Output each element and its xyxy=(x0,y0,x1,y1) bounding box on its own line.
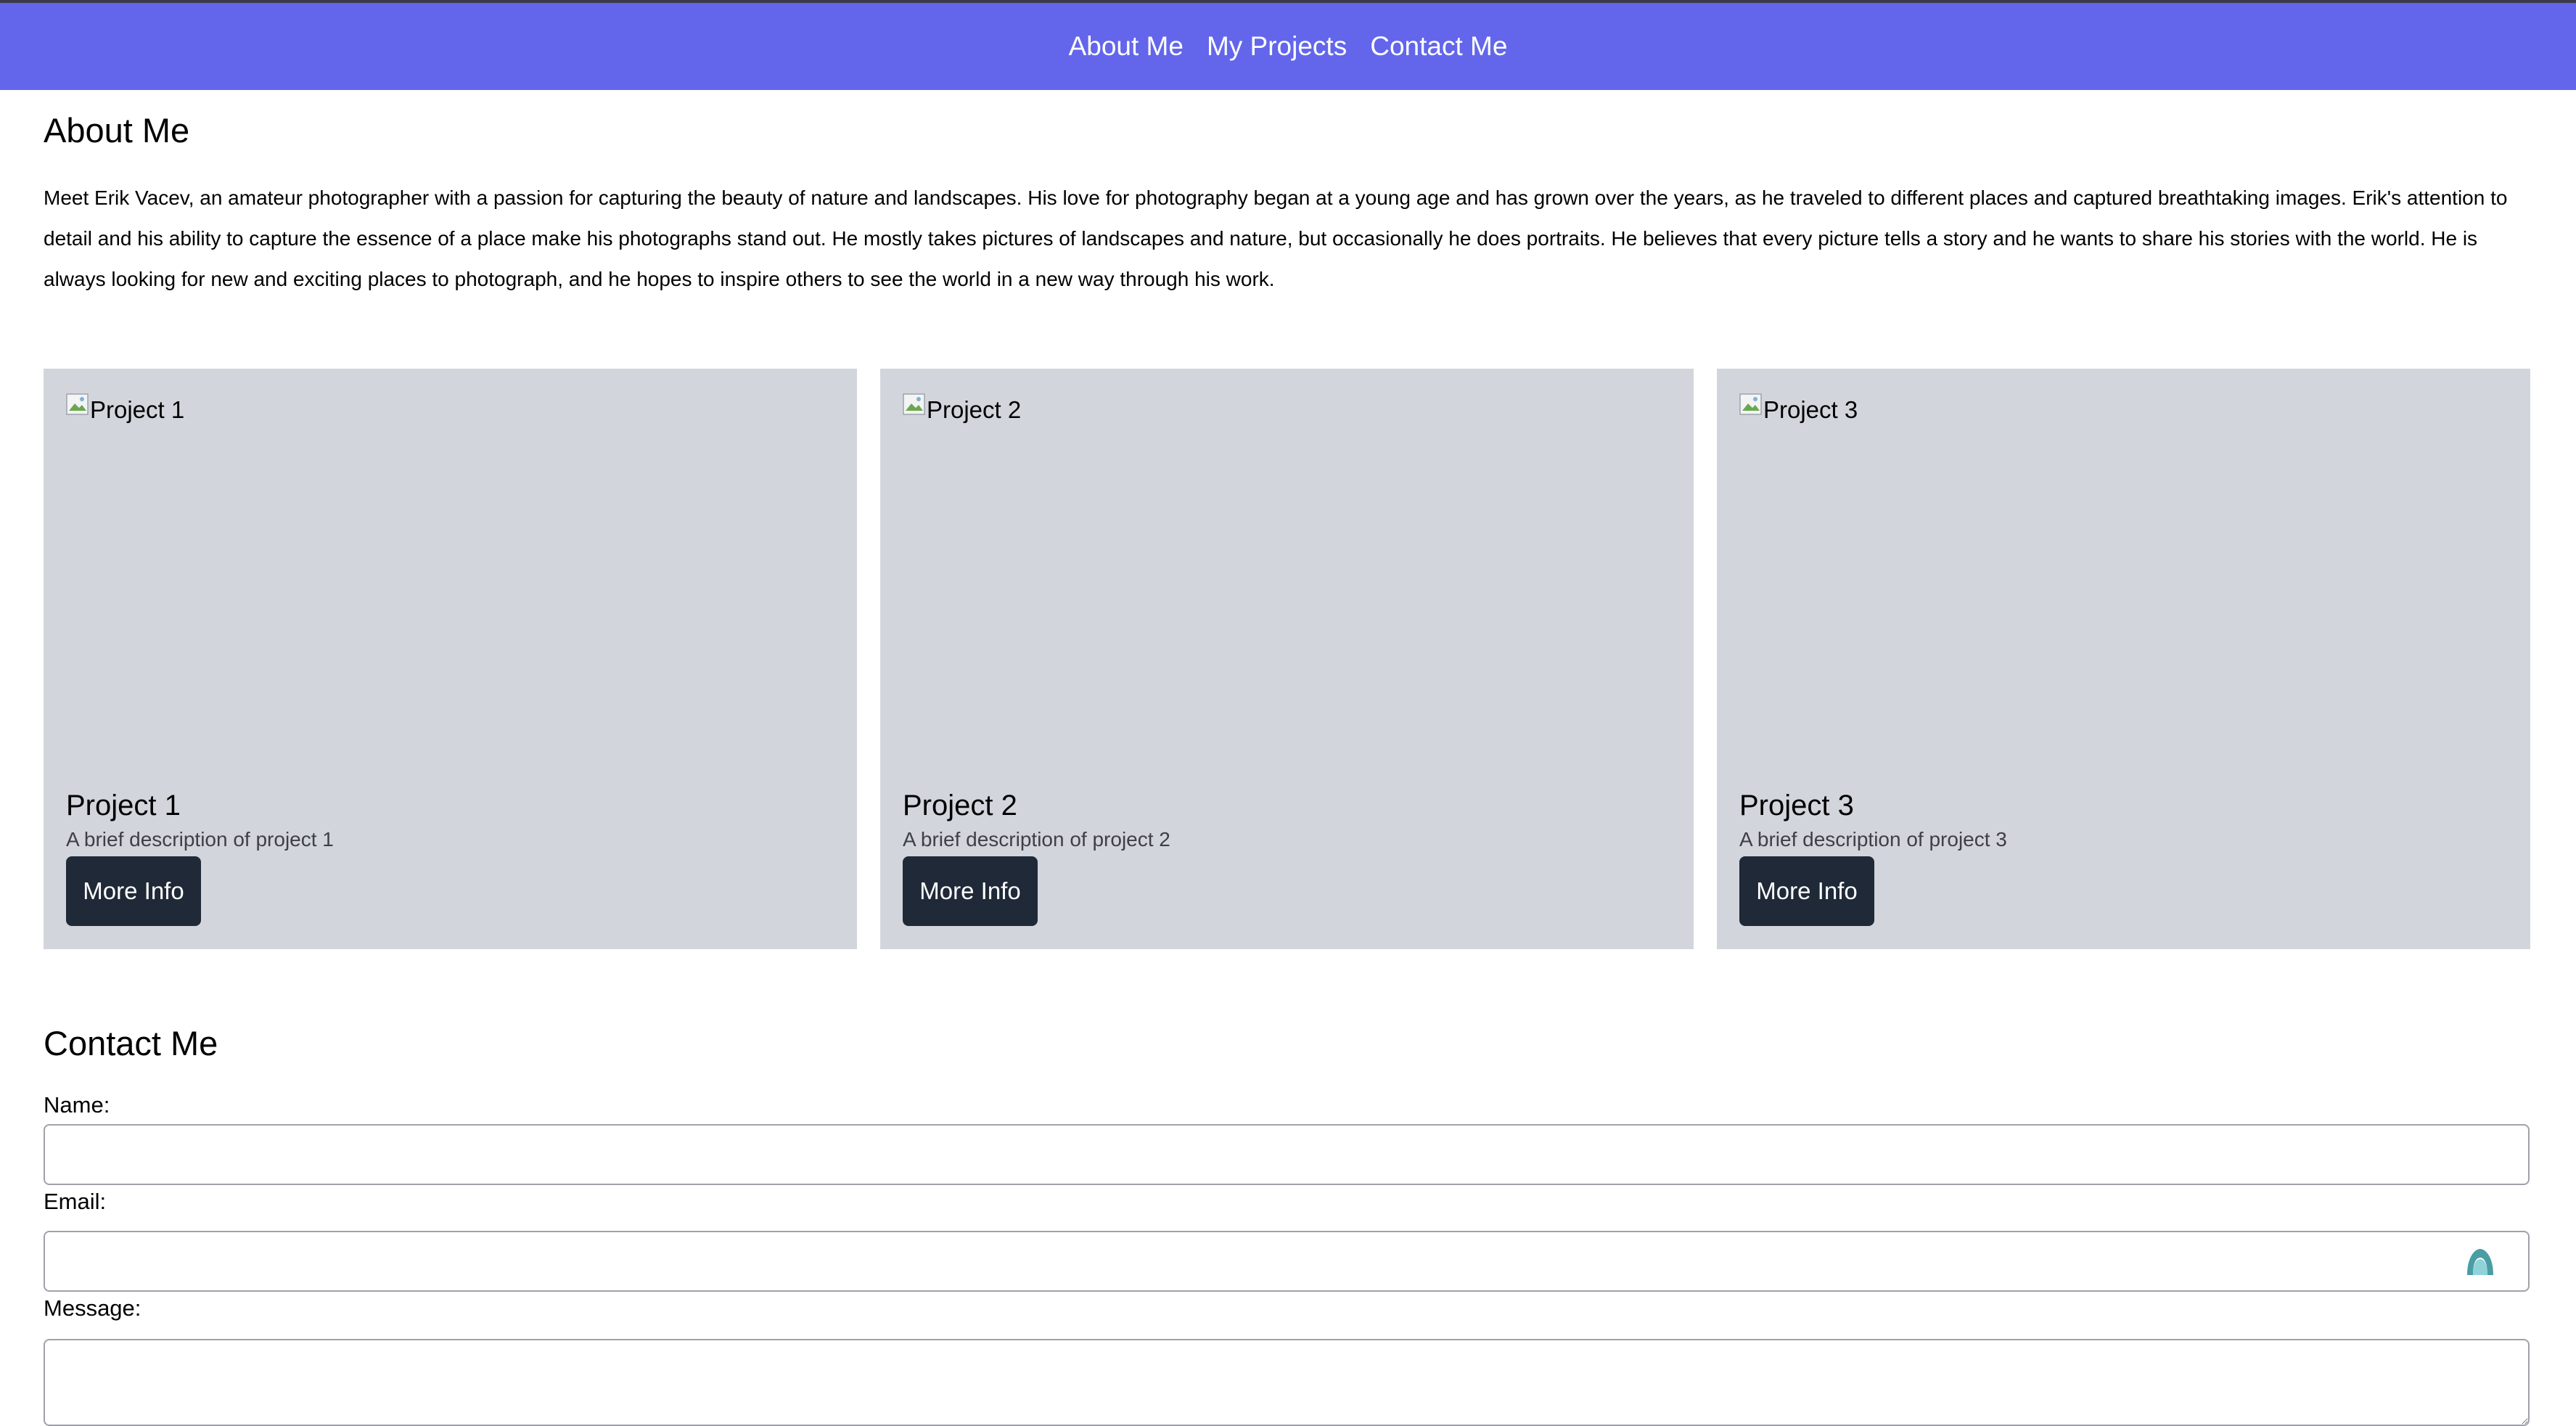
name-field[interactable] xyxy=(44,1124,2530,1185)
email-label: Email: xyxy=(44,1189,107,1214)
message-label: Message: xyxy=(44,1295,141,1321)
project-image: Project 1 xyxy=(66,393,185,424)
project-description: A brief description of project 1 xyxy=(66,828,334,851)
project-image: Project 3 xyxy=(1739,393,1858,424)
project-image-alt: Project 2 xyxy=(927,396,1022,423)
more-info-button[interactable]: More Info xyxy=(903,856,1038,926)
email-field[interactable] xyxy=(44,1231,2530,1292)
project-image: Project 2 xyxy=(903,393,1022,424)
about-paragraph: Meet Erik Vacev, an amateur photographer… xyxy=(44,187,2508,290)
project-image-alt: Project 3 xyxy=(1763,396,1858,423)
name-label: Name: xyxy=(44,1092,110,1118)
project-image-alt: Project 1 xyxy=(90,396,185,423)
project-title: Project 1 xyxy=(66,790,181,821)
message-field[interactable] xyxy=(44,1339,2530,1426)
project-card: Project 3 Project 3 A brief description … xyxy=(1717,369,2530,949)
project-card: Project 2 Project 2 A brief description … xyxy=(880,369,1694,949)
project-description: A brief description of project 2 xyxy=(903,828,1170,851)
project-title: Project 3 xyxy=(1739,790,1854,821)
project-title: Project 2 xyxy=(903,790,1017,821)
top-navigation: About Me My Projects Contact Me xyxy=(0,0,2576,90)
about-heading: About Me xyxy=(44,111,190,149)
more-info-button[interactable]: More Info xyxy=(66,856,201,926)
broken-image-icon xyxy=(66,393,89,415)
password-manager-icon[interactable] xyxy=(2464,1246,2496,1277)
nav-link-about[interactable]: About Me xyxy=(1069,31,1184,62)
projects-grid: Project 1 Project 1 A brief description … xyxy=(44,369,2530,949)
nav-link-projects[interactable]: My Projects xyxy=(1207,31,1347,62)
broken-image-icon xyxy=(1739,393,1762,415)
project-card: Project 1 Project 1 A brief description … xyxy=(44,369,857,949)
broken-image-icon xyxy=(903,393,925,415)
contact-heading: Contact Me xyxy=(44,1024,218,1062)
nav-link-contact[interactable]: Contact Me xyxy=(1370,31,1507,62)
more-info-button[interactable]: More Info xyxy=(1739,856,1874,926)
project-description: A brief description of project 3 xyxy=(1739,828,2007,851)
